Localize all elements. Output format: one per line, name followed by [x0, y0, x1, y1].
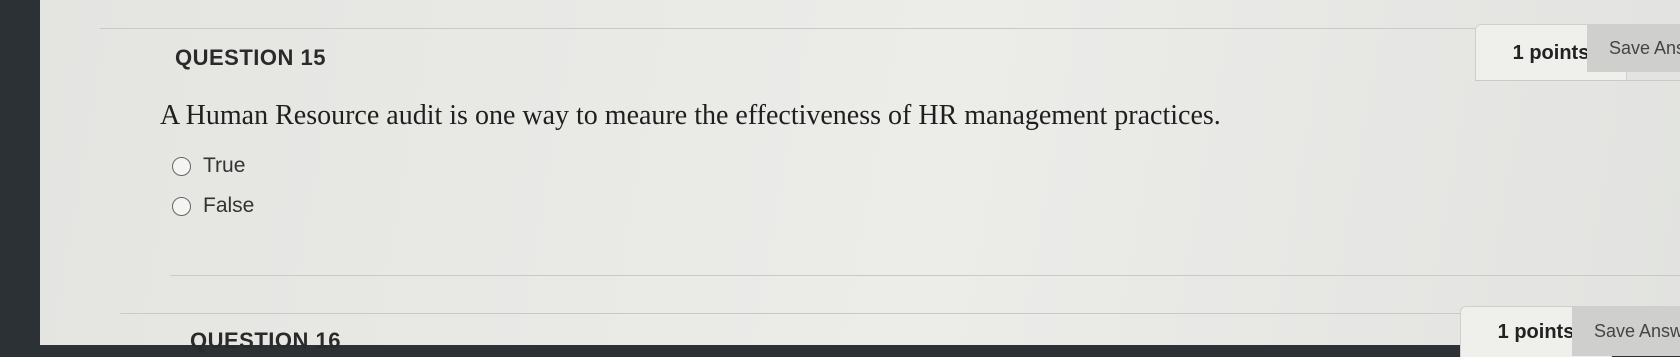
save-answer-label: Save Answ	[1594, 320, 1680, 341]
assessment-page: QUESTION 15 1 points Save Ans A Human Re…	[40, 0, 1680, 357]
points-label: 1 points	[1497, 320, 1575, 343]
question-16-top-divider	[120, 313, 1680, 314]
option-true[interactable]: True	[172, 154, 245, 178]
question-15-bottom-divider	[170, 275, 1680, 276]
top-divider	[100, 28, 1680, 29]
true-radio[interactable]	[172, 156, 191, 176]
question-15-text: A Human Resource audit is one way to mea…	[160, 100, 1221, 131]
question-15-header-divider	[1475, 80, 1680, 81]
save-answer-label: Save Ans	[1609, 37, 1680, 58]
question-15-save-answer-button[interactable]: Save Ans	[1587, 24, 1680, 72]
points-label: 1 points	[1512, 41, 1590, 64]
option-false-label: False	[203, 194, 255, 217]
option-false[interactable]: False	[172, 194, 254, 218]
question-16-title: QUESTION 16	[190, 328, 341, 353]
question-16-save-answer-button[interactable]: Save Answ	[1572, 306, 1680, 356]
question-15-title: QUESTION 15	[175, 45, 326, 70]
false-radio[interactable]	[172, 196, 191, 216]
option-true-label: True	[203, 154, 246, 177]
